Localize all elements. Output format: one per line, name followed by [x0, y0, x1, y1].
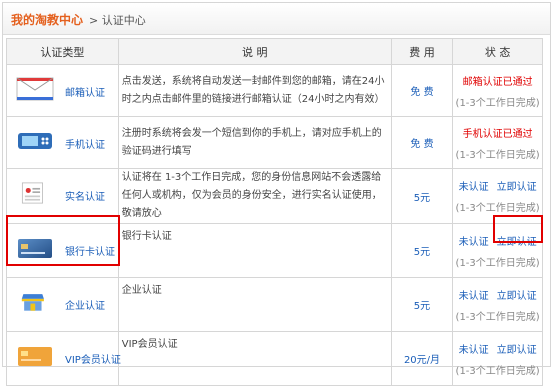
table-header-row: 认证类型 说 明 费 用 状 态 [6, 38, 543, 65]
table-row: 企业认证 企业认证 5元 未认证 立即认证 (1-3个工作日完成) [6, 277, 543, 332]
type-label[interactable]: 实名认证 [65, 188, 105, 203]
status-cell: 未认证 立即认证 (1-3个工作日完成) [452, 277, 543, 332]
breadcrumb: > 认证中心 [89, 14, 146, 27]
storefront-icon [21, 294, 44, 311]
type-label[interactable]: 企业认证 [65, 297, 105, 312]
description-cell: 点击发送，系统将自动发送一封邮件到您的邮箱，请在24小时之内点击邮件里的链接进行… [117, 64, 392, 117]
column-header-description: 说 明 [117, 38, 392, 65]
type-cell: VIP会员认证 [6, 331, 121, 386]
description-cell: 认证将在 1-3个工作日完成，您的身份信息网站不会透露给任何人或机构，仅为会员的… [117, 168, 392, 224]
phone-icon [18, 133, 52, 149]
not-certified-label: 未认证 [458, 236, 489, 248]
highlight-bank-card-type [6, 215, 120, 266]
status-actions: 未认证 立即认证 [454, 341, 541, 356]
status-hint: (1-3个工作日完成) [455, 365, 540, 377]
status-passed: 邮箱认证已通过 [462, 76, 533, 88]
type-label[interactable]: 邮箱认证 [65, 84, 105, 99]
type-cell: 手机认证 [6, 116, 119, 169]
status-hint: (1-3个工作日完成) [455, 149, 540, 161]
fee-cell: 5元 [390, 168, 454, 224]
status-passed: 手机认证已通过 [462, 128, 533, 140]
certification-table: 认证类型 说 明 费 用 状 态 邮箱认证 点击发送，系统将自动发送一封邮件到您… [6, 38, 543, 386]
table-row: VIP会员认证 VIP会员认证 20元/月 未认证 立即认证 (1-3个工作日完成… [6, 331, 543, 386]
not-certified-label: 未认证 [458, 344, 489, 356]
status-actions: 未认证 立即认证 [454, 287, 541, 302]
description-cell: 注册时系统将会发一个短信到你的手机上，请对应手机上的验证码进行填写 [117, 116, 392, 169]
fee-cell: 20元/月 [390, 331, 454, 386]
description-cell: 企业认证 [117, 277, 392, 332]
status-cell: 未认证 立即认证 (1-3个工作日完成) [452, 331, 543, 386]
certify-now-link[interactable]: 立即认证 [497, 291, 537, 302]
type-cell: 企业认证 [6, 277, 119, 332]
table-row: 邮箱认证 点击发送，系统将自动发送一封邮件到您的邮箱，请在24小时之内点击邮件里… [6, 64, 543, 117]
panel-header: 我的淘教中心 > 认证中心 [3, 3, 550, 35]
fee-cell: 5元 [390, 277, 454, 332]
table-row: 手机认证 注册时系统将会发一个短信到你的手机上，请对应手机上的验证码进行填写 免… [6, 116, 543, 169]
type-cell: 邮箱认证 [6, 64, 119, 117]
status-hint: (1-3个工作日完成) [455, 257, 540, 269]
id-card-icon [21, 182, 43, 204]
certify-now-link[interactable]: 立即认证 [497, 345, 537, 356]
status-hint: (1-3个工作日完成) [455, 97, 540, 109]
column-header-type: 认证类型 [6, 38, 119, 65]
type-label[interactable]: VIP会员认证 [65, 351, 121, 366]
fee-cell: 免 费 [390, 64, 454, 117]
certify-now-link[interactable]: 立即认证 [497, 182, 537, 193]
fee-cell: 免 费 [390, 116, 454, 169]
status-hint: (1-3个工作日完成) [455, 203, 540, 214]
status-hint: (1-3个工作日完成) [455, 311, 540, 323]
description-cell: 银行卡认证 [117, 223, 392, 278]
type-label[interactable]: 手机认证 [65, 136, 105, 151]
fee-cell: 5元 [390, 223, 454, 278]
status-actions: 未认证 立即认证 [454, 178, 541, 193]
highlight-certify-now-button [493, 215, 543, 243]
description-cell: VIP会员认证 [117, 331, 392, 386]
column-header-status: 状 态 [452, 38, 543, 65]
status-cell: 手机认证已通过 (1-3个工作日完成) [452, 116, 543, 169]
not-certified-label: 未认证 [458, 182, 489, 193]
page-title[interactable]: 我的淘教中心 [11, 11, 83, 28]
not-certified-label: 未认证 [458, 290, 489, 302]
vip-card-icon [18, 347, 52, 366]
envelope-icon [16, 77, 54, 101]
status-cell: 邮箱认证已通过 (1-3个工作日完成) [452, 64, 543, 117]
column-header-fee: 费 用 [390, 38, 454, 65]
